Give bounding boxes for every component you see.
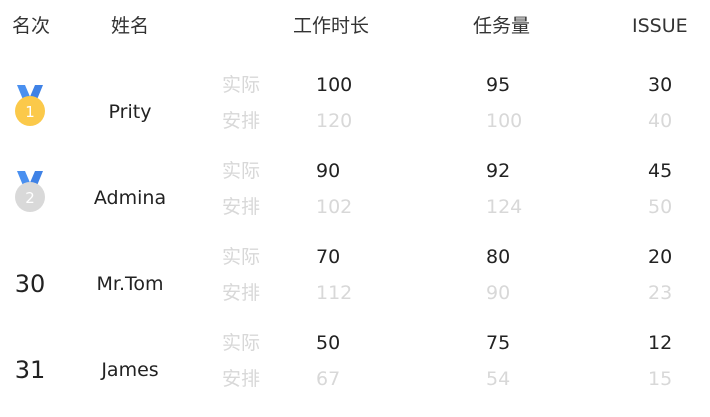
planned-label: 安排 xyxy=(222,196,261,218)
member-name: James xyxy=(101,359,159,381)
hours-planned: 67 xyxy=(316,368,341,390)
issue-actual: 30 xyxy=(648,74,673,96)
table-header: 名次 姓名 工作时长 任务量 ISSUE xyxy=(0,10,710,42)
member-name: Mr.Tom xyxy=(96,273,164,295)
issue-planned: 15 xyxy=(648,368,673,390)
planned-label: 安排 xyxy=(222,110,261,132)
tasks-planned: 124 xyxy=(486,196,523,218)
tasks-actual: 75 xyxy=(486,332,511,354)
header-issue: ISSUE xyxy=(632,15,688,37)
table-row: 1 Prity 实际 安排 100 120 95 100 30 40 xyxy=(0,71,710,157)
hours-actual: 70 xyxy=(316,246,341,268)
planned-label: 安排 xyxy=(222,368,261,390)
rank-number: 30 xyxy=(14,270,46,298)
tasks-planned: 54 xyxy=(486,368,511,390)
table-row: 31 James 实际 安排 50 67 75 54 12 15 xyxy=(0,329,710,415)
issue-planned: 50 xyxy=(648,196,673,218)
silver-medal-icon: 2 xyxy=(14,171,46,213)
hours-actual: 50 xyxy=(316,332,341,354)
medal-rank-number: 1 xyxy=(25,103,35,121)
member-name: Prity xyxy=(108,101,152,123)
hours-planned: 112 xyxy=(316,282,353,304)
member-name: Admina xyxy=(93,187,167,209)
header-work-hours: 工作时长 xyxy=(293,15,370,37)
header-name: 姓名 xyxy=(111,15,150,37)
tasks-actual: 92 xyxy=(486,160,511,182)
actual-label: 实际 xyxy=(222,160,261,182)
tasks-planned: 90 xyxy=(486,282,511,304)
issue-actual: 45 xyxy=(648,160,673,182)
hours-actual: 100 xyxy=(316,74,353,96)
hours-planned: 102 xyxy=(316,196,353,218)
table-row: 30 Mr.Tom 实际 安排 70 112 80 90 20 23 xyxy=(0,243,710,329)
issue-planned: 40 xyxy=(648,110,673,132)
actual-label: 实际 xyxy=(222,246,261,268)
header-task-count: 任务量 xyxy=(473,15,531,37)
gold-medal-icon: 1 xyxy=(14,85,46,127)
tasks-actual: 95 xyxy=(486,74,511,96)
issue-planned: 23 xyxy=(648,282,673,304)
rank-number: 31 xyxy=(14,356,46,384)
tasks-planned: 100 xyxy=(486,110,523,132)
tasks-actual: 80 xyxy=(486,246,511,268)
actual-label: 实际 xyxy=(222,74,261,96)
table-row: 2 Admina 实际 安排 90 102 92 124 45 50 xyxy=(0,157,710,243)
issue-actual: 20 xyxy=(648,246,673,268)
hours-actual: 90 xyxy=(316,160,341,182)
planned-label: 安排 xyxy=(222,282,261,304)
actual-label: 实际 xyxy=(222,332,261,354)
hours-planned: 120 xyxy=(316,110,353,132)
issue-actual: 12 xyxy=(648,332,673,354)
header-rank: 名次 xyxy=(12,15,51,37)
medal-rank-number: 2 xyxy=(25,189,35,207)
